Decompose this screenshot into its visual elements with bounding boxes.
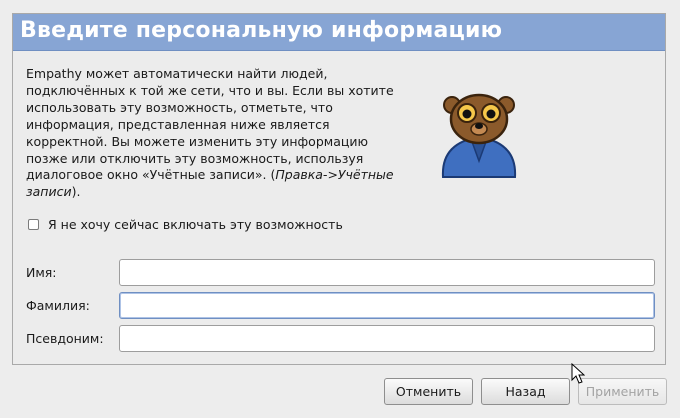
- intro-menu-path: Правка->Учётные: [275, 167, 394, 183]
- empathy-mascot-icon: [441, 93, 517, 178]
- intro-line-4: информация, представленная ниже является: [26, 116, 330, 132]
- disable-feature-checkbox-label[interactable]: Я не хочу сейчас включать эту возможност…: [48, 217, 343, 232]
- intro-line-5: корректной. Вы можете изменить эту инфор…: [26, 133, 369, 149]
- mouse-pointer-icon: [571, 363, 585, 384]
- intro-line-1: Empathy может автоматически найти людей,: [26, 66, 328, 81]
- intro-tail: ).: [71, 184, 81, 200]
- intro-line-6: позже или отключить эту возможность, исп…: [26, 150, 364, 166]
- first-name-label: Имя:: [26, 265, 57, 280]
- back-button[interactable]: Назад: [481, 378, 570, 405]
- cancel-button[interactable]: Отменить: [384, 378, 473, 405]
- intro-menu-path-end: записи: [26, 184, 72, 200]
- disable-feature-checkbox[interactable]: [28, 218, 39, 230]
- intro-line-7: диалоговое окно «Учётные записи». (: [26, 167, 276, 183]
- first-name-field[interactable]: [119, 259, 655, 286]
- nickname-label: Псевдоним:: [26, 331, 104, 346]
- page-header: Введите персональную информацию: [13, 14, 665, 51]
- disable-feature-checkbox-row[interactable]: Я не хочу сейчас включать эту возможност…: [28, 215, 343, 233]
- apply-button[interactable]: Применить: [578, 378, 667, 405]
- nickname-field[interactable]: [119, 325, 655, 352]
- last-name-label: Фамилия:: [26, 298, 90, 313]
- last-name-field[interactable]: [119, 292, 655, 319]
- intro-line-3: использовать эту возможность, отметьте, …: [26, 99, 333, 115]
- personal-info-page: Введите персональную информацию Empathy …: [12, 13, 666, 365]
- intro-text: Empathy может автоматически найти людей,…: [26, 66, 426, 201]
- intro-line-2: подключённых к той же сети, что и вы. Ес…: [26, 82, 394, 98]
- page-title: Введите персональную информацию: [20, 18, 503, 43]
